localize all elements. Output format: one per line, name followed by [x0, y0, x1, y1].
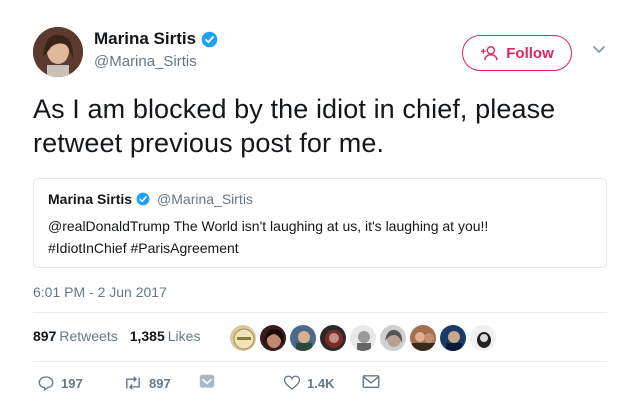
- tweet-card: Marina Sirtis @Marina_Sirtis Follow As I…: [0, 0, 640, 418]
- verified-badge-icon: [201, 31, 218, 47]
- avatar[interactable]: [33, 27, 83, 77]
- chevron-down-icon[interactable]: [592, 45, 606, 55]
- avatar-image: [33, 27, 83, 77]
- quoted-tweet-header: Marina Sirtis @Marina_Sirtis: [48, 191, 253, 207]
- tweet-timestamp[interactable]: 6:01 PM - 2 Jun 2017: [33, 284, 167, 300]
- reply-button[interactable]: 197: [37, 374, 83, 392]
- liker-avatar[interactable]: [469, 324, 497, 352]
- author-name[interactable]: Marina Sirtis: [94, 29, 218, 49]
- follow-person-icon: [481, 46, 499, 61]
- verified-badge-icon: [136, 192, 150, 206]
- retweets-count: 897: [33, 328, 57, 344]
- quoted-tweet-line-1: @realDonaldTrump The World isn't laughin…: [48, 218, 489, 234]
- like-button[interactable]: 1.4K: [283, 374, 334, 392]
- author-handle[interactable]: @Marina_Sirtis: [94, 53, 197, 70]
- liker-avatar[interactable]: [409, 324, 437, 352]
- retweet-count: 897: [149, 375, 171, 391]
- follow-button[interactable]: Follow: [462, 35, 572, 71]
- retweets-label: Retweets: [59, 328, 118, 344]
- liker-avatars: [229, 324, 499, 352]
- like-count: 1.4K: [307, 375, 335, 391]
- mail-icon: [362, 375, 380, 389]
- liker-avatar[interactable]: [259, 324, 287, 352]
- quoted-tweet-text: @realDonaldTrump The World isn't laughin…: [48, 215, 598, 259]
- liker-avatar[interactable]: [379, 324, 407, 352]
- quoted-author-handle: @Marina_Sirtis: [157, 191, 253, 207]
- liker-avatar[interactable]: [229, 324, 257, 352]
- follow-button-label: Follow: [506, 44, 554, 62]
- reply-icon: [38, 376, 54, 392]
- quoted-tweet-line-2: #IdiotInChief #ParisAgreement: [48, 240, 239, 256]
- like-icon: [283, 375, 301, 390]
- likes-count: 1,385: [129, 328, 165, 344]
- liker-avatar[interactable]: [319, 324, 347, 352]
- liker-avatar[interactable]: [349, 324, 377, 352]
- author-name-text[interactable]: Marina Sirtis: [94, 29, 196, 49]
- likes-label: Likes: [167, 328, 201, 344]
- dm-icon: [199, 374, 215, 388]
- quoted-author-name: Marina Sirtis: [48, 191, 133, 207]
- tweet-actions: 197 897 1.4K: [0, 374, 640, 394]
- dm-button[interactable]: [199, 374, 215, 390]
- divider: [33, 361, 607, 362]
- retweets-stat[interactable]: 897 Retweets: [33, 328, 118, 344]
- tweet-text: As I am blocked by the idiot in chief, p…: [33, 92, 613, 160]
- tweet-text-line-1: As I am blocked by the idiot in chief, p…: [33, 94, 556, 124]
- retweet-icon: [126, 376, 140, 390]
- divider: [33, 312, 607, 313]
- liker-avatar[interactable]: [289, 324, 317, 352]
- likes-stat[interactable]: 1,385 Likes: [130, 328, 201, 344]
- quoted-tweet[interactable]: Marina Sirtis @Marina_Sirtis @realDonald…: [33, 178, 607, 268]
- tweet-text-line-2: retweet previous post for me.: [33, 128, 385, 158]
- retweet-button[interactable]: 897: [123, 374, 171, 392]
- reply-count: 197: [61, 375, 83, 391]
- liker-avatar[interactable]: [439, 324, 467, 352]
- tweet-stats: 897 Retweets 1,385 Likes: [33, 328, 200, 344]
- share-via-mail-button[interactable]: [362, 374, 380, 390]
